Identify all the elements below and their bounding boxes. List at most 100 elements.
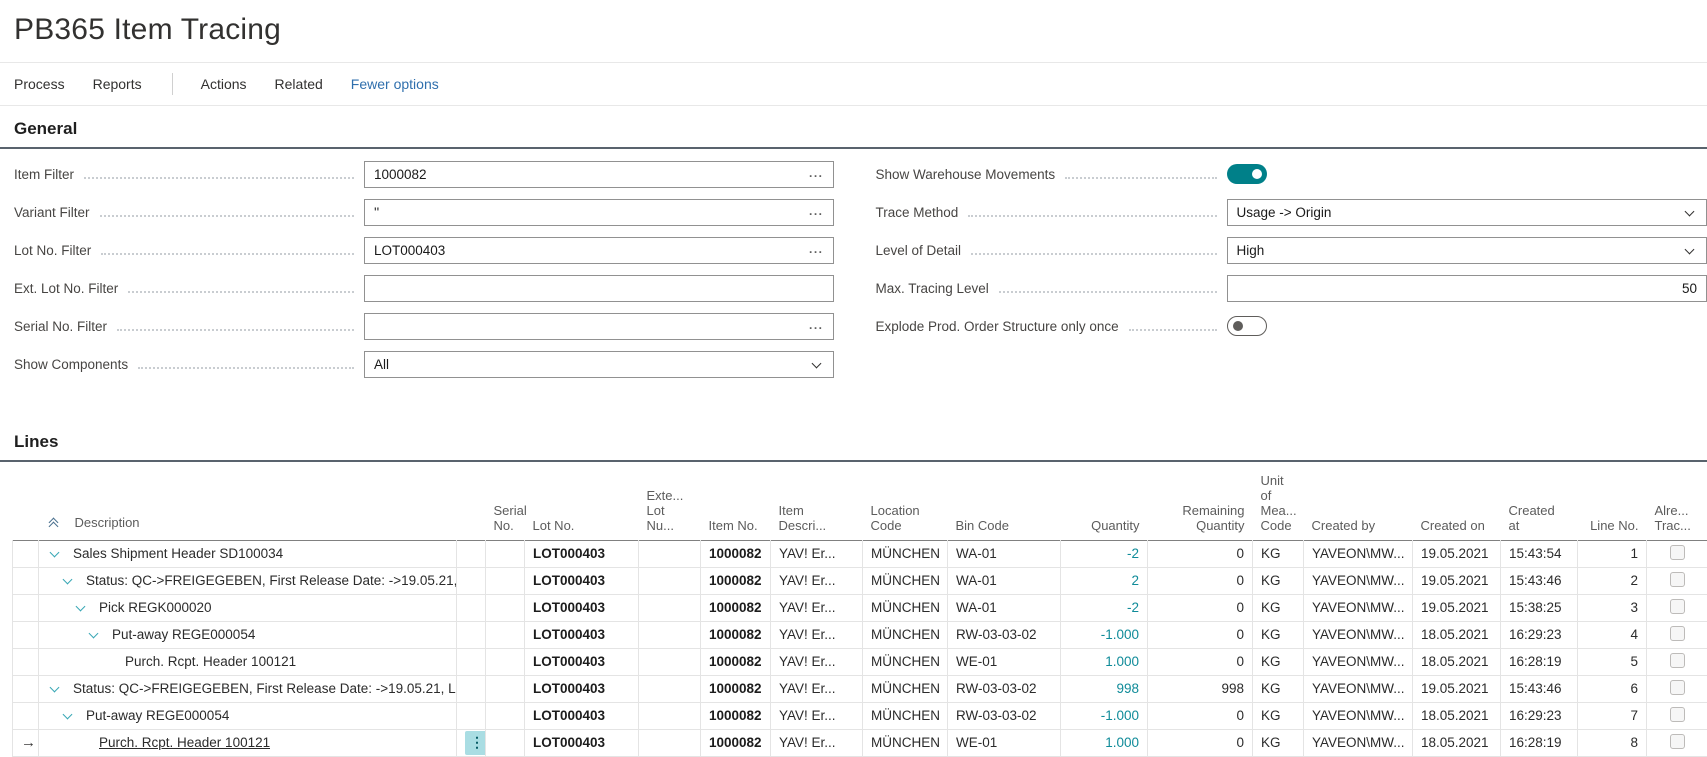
action-actions[interactable]: Actions [201,76,247,92]
column-header-item[interactable]: Item No. [701,462,771,540]
cell-created_on: 19.05.2021 [1413,594,1501,621]
column-header-line_no[interactable]: Line No. [1578,462,1647,540]
table-row[interactable]: Sales Shipment Header SD100034LOT0004031… [13,540,1707,567]
cell-qty[interactable]: 1.000 [1061,729,1148,756]
action-reports[interactable]: Reports [93,76,142,92]
cell-description[interactable]: Pick REGK000020 [39,594,457,621]
description-tree-node[interactable]: Status: QC->FREIGEGEBEN, First Release D… [49,676,456,702]
cell-qty[interactable]: -2 [1061,594,1148,621]
variant-filter-input[interactable]: ''... [364,199,834,226]
cell-description[interactable]: Purch. Rcpt. Header 100121 [39,648,457,675]
chevron-box [49,552,73,556]
cell-bin: RW-03-03-02 [948,675,1061,702]
cell-description[interactable]: Status: QC->FREIGEGEBEN, First Release D… [39,675,457,702]
cell-description[interactable]: Put-away REGE000054 [39,702,457,729]
cell-description[interactable]: Status: QC->FREIGEGEBEN, First Release D… [39,567,457,594]
cell-description[interactable]: Put-away REGE000054 [39,621,457,648]
description-tree-node[interactable]: Sales Shipment Header SD100034 [49,541,456,567]
row-context-menu-button[interactable]: ⋮ [465,731,486,755]
already-traced-checkbox[interactable] [1670,626,1685,641]
column-header-serial[interactable]: Serial No. [486,462,525,540]
cell-qty[interactable]: 2 [1061,567,1148,594]
chevron-down-icon[interactable] [50,547,60,557]
column-header-location[interactable]: Location Code [863,462,948,540]
cell-qty[interactable]: -2 [1061,540,1148,567]
ext-lot-no-filter-input[interactable] [364,275,834,302]
table-row[interactable]: Purch. Rcpt. Header 100121LOT00040310000… [13,648,1707,675]
column-header-created_on[interactable]: Created on [1413,462,1501,540]
lines-section-header[interactable]: Lines [0,429,1707,462]
already-traced-checkbox[interactable] [1670,707,1685,722]
chevron-down-icon[interactable] [76,601,86,611]
lookup-ellipsis-button[interactable]: ... [809,236,824,261]
level-of-detail-select[interactable]: High [1227,237,1707,264]
cell-qty[interactable]: 1.000 [1061,648,1148,675]
cell-gutter [13,648,39,675]
serial-no-filter-input[interactable]: ... [364,313,834,340]
column-header-ext_lot[interactable]: Exte... Lot Nu... [639,462,701,540]
column-header-bin[interactable]: Bin Code [948,462,1061,540]
description-tree-node[interactable]: Put-away REGE000054 [49,703,456,729]
form-row-ext-lot-no-filter: Ext. Lot No. Filter [14,275,834,302]
explode-prod-order-structure-only-once-toggle[interactable] [1227,316,1267,336]
column-header-qty[interactable]: Quantity [1061,462,1148,540]
already-traced-checkbox[interactable] [1670,572,1685,587]
max-tracing-level-input[interactable]: 50 [1227,275,1707,302]
chevron-down-icon[interactable] [50,682,60,692]
fewer-options-link[interactable]: Fewer options [351,76,439,92]
chevron-down-icon[interactable] [63,709,73,719]
item-filter-input[interactable]: 1000082... [364,161,834,188]
table-row[interactable]: Pick REGK000020LOT0004031000082YAV! Er..… [13,594,1707,621]
cell-qty[interactable]: -1.000 [1061,702,1148,729]
column-header-description[interactable]: Description [39,462,457,540]
already-traced-checkbox[interactable] [1670,680,1685,695]
table-row[interactable]: Put-away REGE000054LOT0004031000082YAV! … [13,702,1707,729]
cell-qty[interactable]: 998 [1061,675,1148,702]
cell-uom: KG [1253,594,1304,621]
description-tree-node[interactable]: Status: QC->FREIGEGEBEN, First Release D… [49,568,456,594]
column-header-item_desc[interactable]: Item Descri... [771,462,863,540]
lot-no-filter-input[interactable]: LOT000403... [364,237,834,264]
already-traced-checkbox[interactable] [1670,734,1685,749]
lookup-ellipsis-button[interactable]: ... [809,160,824,185]
show-components-select[interactable]: All [364,351,834,378]
already-traced-checkbox[interactable] [1670,545,1685,560]
action-process[interactable]: Process [14,76,65,92]
general-section-header[interactable]: General [0,116,1707,149]
lookup-ellipsis-button[interactable]: ... [809,312,824,337]
cell-description[interactable]: Sales Shipment Header SD100034 [39,540,457,567]
field-value: Usage -> Origin [1237,205,1332,220]
description-tree-node[interactable]: Put-away REGE000054 [49,622,456,648]
lookup-ellipsis-button[interactable]: ... [809,198,824,223]
column-header-created_at[interactable]: Created at [1501,462,1578,540]
table-row[interactable]: →Purch. Rcpt. Header 100121⋮LOT000403100… [13,729,1707,756]
column-header-remaining[interactable]: Remaining Quantity [1148,462,1253,540]
chevron-down-icon[interactable] [89,628,99,638]
show-warehouse-movements-toggle[interactable] [1227,164,1267,184]
description-tree-node[interactable]: Purch. Rcpt. Header 100121 [49,730,456,756]
table-row[interactable]: Put-away REGE000054LOT0004031000082YAV! … [13,621,1707,648]
already-traced-checkbox[interactable] [1670,599,1685,614]
column-header-lot[interactable]: Lot No. [525,462,639,540]
column-header-label: Lot No. [533,518,575,533]
cell-uom: KG [1253,567,1304,594]
description-tree-node[interactable]: Pick REGK000020 [49,595,456,621]
lines-table: Description Serial No. Lot No. Exte... Lot … [12,462,1707,757]
collapse-all-icon[interactable] [47,519,61,530]
field-control: Usage -> Origin [1227,199,1707,226]
dotted-leader [1065,177,1216,179]
column-header-already[interactable]: Alre... Trac... [1647,462,1707,540]
table-row[interactable]: Status: QC->FREIGEGEBEN, First Release D… [13,567,1707,594]
chevron-down-icon[interactable] [63,574,73,584]
dotted-leader [128,291,354,293]
column-header-created_by[interactable]: Created by [1304,462,1413,540]
cell-description[interactable]: Purch. Rcpt. Header 100121 [39,729,457,756]
action-related[interactable]: Related [275,76,323,92]
table-row[interactable]: Status: QC->FREIGEGEBEN, First Release D… [13,675,1707,702]
column-header-uom[interactable]: Unit of Mea... Code [1253,462,1304,540]
cell-qty[interactable]: -1.000 [1061,621,1148,648]
description-tree-node[interactable]: Purch. Rcpt. Header 100121 [49,649,456,675]
trace-method-select[interactable]: Usage -> Origin [1227,199,1707,226]
already-traced-checkbox[interactable] [1670,653,1685,668]
cell-gutter: → [13,729,39,756]
